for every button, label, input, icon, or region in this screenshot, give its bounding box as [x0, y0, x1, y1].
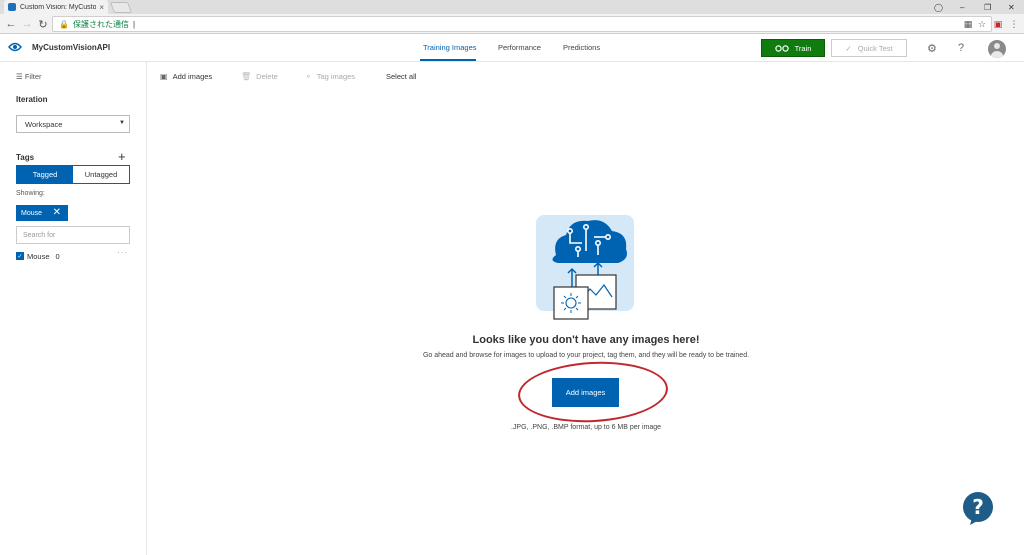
- iteration-select-value: Workspace: [25, 119, 63, 129]
- profile-icon[interactable]: ◯: [934, 0, 943, 14]
- url-text: |: [132, 19, 136, 29]
- add-images-toolbar-button[interactable]: ▣ Add images: [160, 72, 212, 81]
- select-all-button[interactable]: Select all: [386, 72, 416, 81]
- add-images-toolbar-label: Add images: [172, 72, 213, 81]
- supported-formats-text: .JPG, .PNG, .BMP format, up to 6 MB per …: [510, 424, 662, 431]
- custom-vision-favicon-icon: [8, 3, 16, 11]
- security-label: 保護された通信: [72, 19, 129, 29]
- extension-icon[interactable]: ▣: [992, 17, 1004, 31]
- tag-search-placeholder: Search for: [23, 231, 56, 239]
- delete-toolbar-label: Delete: [256, 72, 278, 81]
- forward-icon[interactable]: →: [20, 17, 34, 31]
- tab-training-images[interactable]: Training Images: [423, 43, 477, 52]
- train-label: Train: [794, 43, 812, 53]
- filter-chip[interactable]: Mouse ✕: [16, 205, 68, 221]
- add-image-icon: ▣: [160, 72, 168, 81]
- tagged-button[interactable]: Tagged: [17, 166, 73, 183]
- help-question-icon[interactable]: ?: [958, 42, 964, 54]
- browser-tabstrip: Custom Vision: MyCusto × ◯ – ❐ ✕: [0, 0, 1024, 14]
- sidebar: ☰ Filter Iteration Workspace ▼ Tags + Ta…: [0, 62, 147, 555]
- more-options-icon[interactable]: ···: [117, 248, 128, 257]
- showing-label: Showing:: [16, 190, 45, 197]
- tag-images-toolbar-button[interactable]: ⚬ Tag images: [305, 72, 355, 81]
- tag-count: 0: [55, 251, 60, 261]
- add-images-button[interactable]: Add images: [552, 378, 619, 407]
- filter-chip-label: Mouse: [21, 209, 43, 217]
- trash-icon: 🗑: [241, 72, 252, 81]
- help-chat-icon[interactable]: ?: [962, 492, 994, 526]
- lock-icon: 🔒: [59, 19, 69, 29]
- new-tab-button[interactable]: [109, 2, 133, 13]
- restore-icon[interactable]: ❐: [984, 0, 991, 14]
- active-tab-indicator: [420, 59, 476, 61]
- svg-text:?: ?: [972, 495, 984, 519]
- translate-icon[interactable]: ▦: [962, 17, 974, 31]
- quick-test-label: Quick Test: [857, 43, 893, 53]
- browser-toolbar: ← → ↻ 🔒 保護された通信 | ▦ ☆ ▣ ⋮: [0, 14, 1024, 34]
- project-name[interactable]: MyCustomVisionAPI: [32, 43, 110, 52]
- upload-cloud-illustration-icon: [536, 215, 634, 320]
- iteration-select[interactable]: Workspace ▼: [16, 115, 130, 133]
- tab-predictions[interactable]: Predictions: [563, 43, 600, 52]
- empty-state-subtitle: Go ahead and browse for images to upload…: [422, 352, 750, 359]
- train-button[interactable]: Train: [761, 39, 825, 57]
- tag-search-input[interactable]: Search for: [16, 226, 130, 244]
- tag-list-item[interactable]: ✓ Mouse 0 ···: [16, 248, 130, 262]
- close-tab-icon[interactable]: ×: [99, 3, 104, 12]
- iteration-heading: Iteration: [16, 95, 48, 104]
- filter-toggle[interactable]: ☰ Filter: [16, 72, 42, 81]
- window-close-icon[interactable]: ✕: [1008, 0, 1015, 14]
- tag-icon: ⚬: [305, 72, 312, 81]
- bookmark-star-icon[interactable]: ☆: [976, 17, 988, 31]
- checkmark-icon: ✓: [845, 43, 852, 53]
- remove-chip-close-icon[interactable]: ✕: [53, 207, 61, 218]
- eye-icon[interactable]: [8, 42, 22, 52]
- tag-images-toolbar-label: Tag images: [316, 72, 356, 81]
- untagged-button[interactable]: Untagged: [73, 166, 129, 183]
- gears-icon: [774, 44, 789, 52]
- browser-tab[interactable]: Custom Vision: MyCusto ×: [4, 0, 108, 14]
- app-header: MyCustomVisionAPI Training Images Perfor…: [0, 34, 1024, 62]
- select-all-label: Select all: [386, 72, 417, 81]
- tags-heading: Tags: [16, 153, 35, 162]
- tagged-untagged-toggle: Tagged Untagged: [16, 165, 130, 184]
- user-avatar[interactable]: [988, 40, 1006, 58]
- browser-tab-title: Custom Vision: MyCusto: [20, 3, 97, 11]
- filter-label: Filter: [24, 72, 42, 81]
- tag-name: Mouse: [27, 251, 50, 261]
- add-tag-plus-icon[interactable]: +: [118, 149, 126, 164]
- reload-icon[interactable]: ↻: [36, 17, 50, 31]
- caret-down-icon: ▼: [119, 120, 125, 126]
- tab-performance[interactable]: Performance: [498, 43, 541, 52]
- address-bar[interactable]: 🔒 保護された通信 |: [52, 16, 992, 32]
- settings-gear-icon[interactable]: ⚙: [927, 42, 937, 55]
- delete-toolbar-button[interactable]: 🗑 Delete: [241, 72, 278, 81]
- quick-test-button[interactable]: ✓ Quick Test: [831, 39, 907, 57]
- tag-checkbox-checked-icon[interactable]: ✓: [16, 252, 24, 260]
- back-icon[interactable]: ←: [4, 17, 18, 31]
- minimize-icon[interactable]: –: [960, 0, 964, 14]
- browser-menu-icon[interactable]: ⋮: [1008, 17, 1020, 31]
- filter-icon: ☰: [16, 72, 23, 81]
- empty-state-title: Looks like you don't have any images her…: [472, 334, 700, 346]
